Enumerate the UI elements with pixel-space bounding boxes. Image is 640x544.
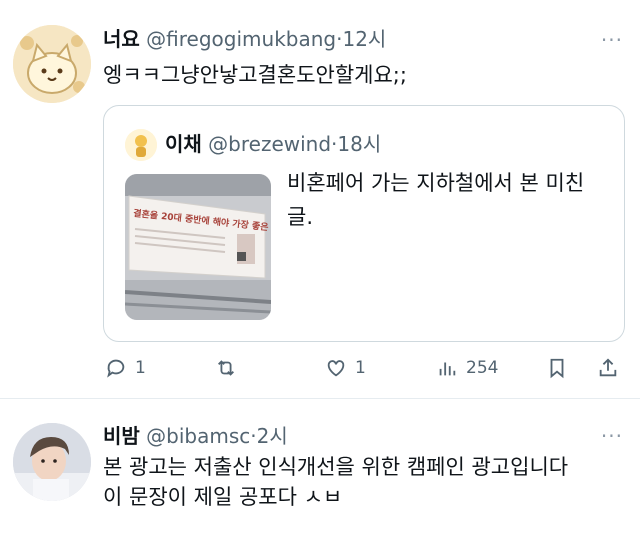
avatar[interactable]: [13, 423, 91, 501]
like-button[interactable]: 1: [325, 353, 366, 383]
quoted-tweet[interactable]: 이채 @brezewind·18시 결혼을 20대 중반에 해야 가장 좋은 이…: [103, 105, 625, 342]
tweet-text-line: 이 문장이 제일 공포다 ㅅㅂ: [103, 485, 343, 509]
quote-header: 이채 @brezewind·18시: [165, 131, 381, 157]
heart-icon: [327, 360, 345, 377]
character-avatar-icon: [125, 129, 157, 161]
retweet-button[interactable]: [215, 353, 245, 383]
reply-count: 1: [135, 358, 146, 378]
display-name[interactable]: 이채: [165, 132, 202, 156]
cat-avatar-icon: [13, 25, 91, 103]
views-icon: [439, 362, 456, 376]
handle[interactable]: @firegogimukbang: [146, 27, 336, 51]
reply-icon: [107, 359, 125, 378]
timestamp[interactable]: 18시: [337, 132, 381, 156]
share-icon: [599, 358, 617, 377]
avatar[interactable]: [13, 25, 91, 103]
person-avatar-icon: [13, 423, 91, 501]
display-name[interactable]: 비밤: [103, 424, 140, 448]
tweet-header: 비밤 @bibamsc·2시: [103, 423, 288, 449]
tweet-text: 본 광고는 저출산 인식개선을 위한 캠페인 광고입니다 이 문장이 제일 공포…: [103, 452, 568, 512]
handle[interactable]: @bibamsc: [146, 424, 250, 448]
more-icon[interactable]: ···: [601, 30, 623, 50]
more-icon[interactable]: ···: [601, 426, 623, 446]
tweet-text-line: 본 광고는 저출산 인식개선을 위한 캠페인 광고입니다: [103, 455, 569, 479]
view-count: 254: [466, 358, 499, 378]
handle[interactable]: @brezewind: [208, 132, 331, 156]
action-bar: 1 1 254: [103, 353, 623, 383]
timestamp[interactable]: 12시: [342, 27, 386, 51]
views-button[interactable]: 254: [436, 353, 498, 383]
subway-ad-photo[interactable]: 결혼을 20대 중반에 해야 가장 좋은 이유: [125, 174, 271, 320]
tweet-header: 너요 @firegogimukbang·12시: [103, 26, 386, 52]
avatar[interactable]: [125, 129, 157, 161]
quote-text: 비혼페어 가는 지하철에서 본 미친글.: [287, 171, 585, 229]
bookmark-icon: [550, 358, 564, 379]
share-button[interactable]: [597, 353, 619, 383]
bookmark-button[interactable]: [546, 353, 568, 383]
retweet-icon: [218, 360, 234, 376]
reply-button[interactable]: 1: [105, 353, 146, 383]
tweet[interactable]: 너요 @firegogimukbang·12시 ··· 엥ㅋㅋ그냥안낳고결혼도안…: [0, 0, 640, 395]
display-name[interactable]: 너요: [103, 27, 140, 51]
tweet-text: 엥ㅋㅋ그냥안낳고결혼도안할게요;;: [103, 63, 407, 87]
divider: [0, 398, 640, 399]
like-count: 1: [355, 358, 366, 378]
tweet[interactable]: 비밤 @bibamsc·2시 ··· 본 광고는 저출산 인식개선을 위한 캠페…: [0, 402, 640, 544]
timestamp[interactable]: 2시: [257, 424, 288, 448]
